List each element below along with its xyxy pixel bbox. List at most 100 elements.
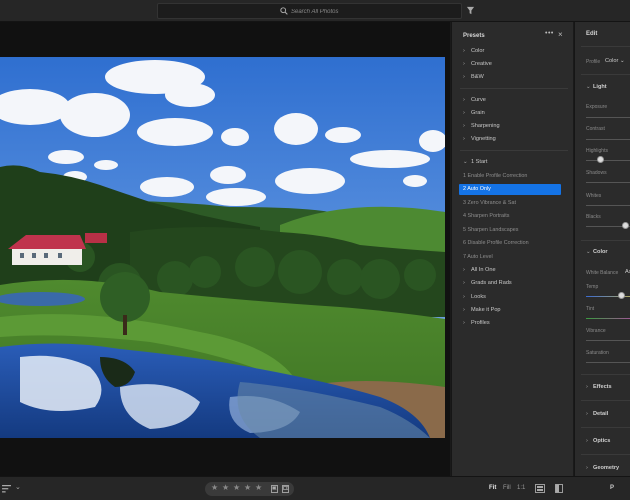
preset-item-selected[interactable]: 2 Auto Only (459, 184, 561, 195)
chevron-down-icon: ⌄ (463, 159, 468, 165)
saturation-slider[interactable] (586, 362, 630, 363)
preset-group-looks[interactable]: › Looks (463, 294, 486, 300)
divider (581, 400, 630, 401)
temp-label: Temp (586, 284, 599, 290)
preset-group-start[interactable]: ⌄ 1 Start (463, 159, 487, 165)
star-icon[interactable]: ★ (255, 483, 262, 492)
preset-item[interactable]: 6 Disable Profile Correction (463, 240, 529, 246)
section-effects-header[interactable]: › Effects (586, 384, 612, 390)
divider (581, 240, 630, 241)
star-icon[interactable]: ★ (211, 483, 218, 492)
zoom-fill-button[interactable]: Fill (503, 485, 511, 491)
preset-group-all-in-one[interactable]: › All In One (463, 267, 496, 273)
section-optics-header[interactable]: › Optics (586, 438, 610, 444)
preset-item[interactable]: 5 Sharpen Landscapes (463, 227, 518, 233)
divider (581, 374, 630, 375)
chevron-right-icon: › (586, 438, 588, 444)
star-icon[interactable]: ★ (244, 483, 251, 492)
preset-group-grain[interactable]: › Grain (463, 110, 485, 116)
saturation-label: Saturation (586, 350, 609, 356)
highlights-slider[interactable] (586, 160, 630, 161)
blacks-slider-knob[interactable] (622, 222, 629, 229)
preset-group-grads-and-rads[interactable]: › Grads and Rads (463, 280, 512, 286)
whites-slider[interactable] (586, 205, 630, 206)
highlights-label: Highlights (586, 148, 608, 154)
chevron-down-icon[interactable]: ⌄ (15, 483, 21, 491)
chevron-down-icon: ⌄ (586, 84, 591, 90)
star-icon[interactable]: ★ (233, 483, 240, 492)
chevron-right-icon: › (463, 48, 465, 54)
section-geometry-header[interactable]: › Geometry (586, 465, 619, 471)
presets-title: Presets (463, 33, 485, 39)
contrast-slider[interactable] (586, 139, 630, 140)
highlights-slider-knob[interactable] (597, 156, 604, 163)
landscape-photo[interactable] (0, 57, 445, 438)
preset-item[interactable]: 3 Zero Vibrance & Sat (463, 200, 516, 206)
star-icon[interactable]: ★ (222, 483, 229, 492)
temp-slider-knob[interactable] (618, 292, 625, 299)
close-icon[interactable]: × (558, 30, 563, 39)
preset-group-make-it-pop[interactable]: › Make it Pop (463, 307, 501, 313)
section-detail-header[interactable]: › Detail (586, 411, 608, 417)
chevron-right-icon: › (463, 136, 465, 142)
chevron-right-icon: › (586, 384, 588, 390)
chevron-right-icon: › (463, 307, 465, 313)
preset-group-bw[interactable]: › B&W (463, 74, 484, 80)
before-after-icon[interactable] (555, 484, 563, 493)
preset-group-color[interactable]: › Color (463, 48, 484, 54)
white-balance-label: White Balance (586, 270, 619, 276)
sort-icon[interactable] (2, 485, 11, 493)
chevron-right-icon: › (463, 61, 465, 67)
preset-group-sharpening[interactable]: › Sharpening (463, 123, 500, 129)
search-input[interactable] (291, 5, 451, 18)
divider (581, 46, 630, 47)
bottom-right-label[interactable]: P (610, 485, 614, 491)
tint-label: Tint (586, 306, 595, 312)
edit-panel: Edit Profile Color ⌄ ⌄ Light Exposure Con… (574, 22, 630, 476)
flag-reject-icon[interactable] (282, 485, 289, 493)
chevron-right-icon: › (463, 97, 465, 103)
chevron-right-icon: › (586, 411, 588, 417)
tint-slider[interactable] (586, 318, 630, 319)
whites-label: Whites (586, 193, 602, 199)
search-box[interactable] (157, 3, 462, 19)
divider (581, 427, 630, 428)
section-color-header[interactable]: ⌄ Color (586, 249, 608, 255)
preset-item[interactable]: 4 Sharpen Portraits (463, 213, 509, 219)
chevron-right-icon: › (463, 74, 465, 80)
chevron-down-icon: ⌄ (619, 58, 625, 64)
compare-icon[interactable] (535, 484, 545, 493)
flag-pick-icon[interactable] (271, 485, 278, 493)
profile-dropdown[interactable]: Color ⌄ (605, 58, 625, 64)
shadows-slider[interactable] (586, 182, 630, 183)
preset-group-creative[interactable]: › Creative (463, 61, 492, 67)
edit-title: Edit (586, 31, 598, 37)
preset-group-vignetting[interactable]: › Vignetting (463, 136, 496, 142)
section-light-header[interactable]: ⌄ Light (586, 84, 607, 90)
blacks-label: Blacks (586, 214, 601, 220)
chevron-right-icon: › (463, 280, 465, 286)
photo-viewer (0, 22, 450, 476)
chevron-right-icon: › (463, 267, 465, 273)
preset-group-curve[interactable]: › Curve (463, 97, 486, 103)
preset-group-profiles[interactable]: › Profiles (463, 320, 490, 326)
preset-item[interactable]: 7 Auto Level (463, 254, 493, 260)
divider (460, 88, 568, 89)
zoom-fit-button[interactable]: Fit (489, 485, 496, 491)
chevron-right-icon: › (586, 465, 588, 471)
divider (460, 150, 568, 151)
white-balance-dropdown[interactable]: As (625, 269, 630, 275)
preset-item[interactable]: 1 Enable Profile Correction (463, 173, 527, 179)
divider (581, 454, 630, 455)
vibrance-slider[interactable] (586, 340, 630, 341)
search-icon (280, 7, 288, 15)
chevron-down-icon: ⌄ (586, 249, 591, 255)
rating-bar: ★ ★ ★ ★ ★ (205, 482, 294, 496)
top-bar (0, 0, 630, 22)
more-options-icon[interactable]: ••• (545, 30, 554, 37)
exposure-slider[interactable] (586, 117, 630, 118)
filter-icon[interactable] (466, 6, 475, 15)
vibrance-label: Vibrance (586, 328, 606, 334)
chevron-right-icon: › (463, 294, 465, 300)
zoom-1to1-button[interactable]: 1:1 (517, 485, 525, 491)
